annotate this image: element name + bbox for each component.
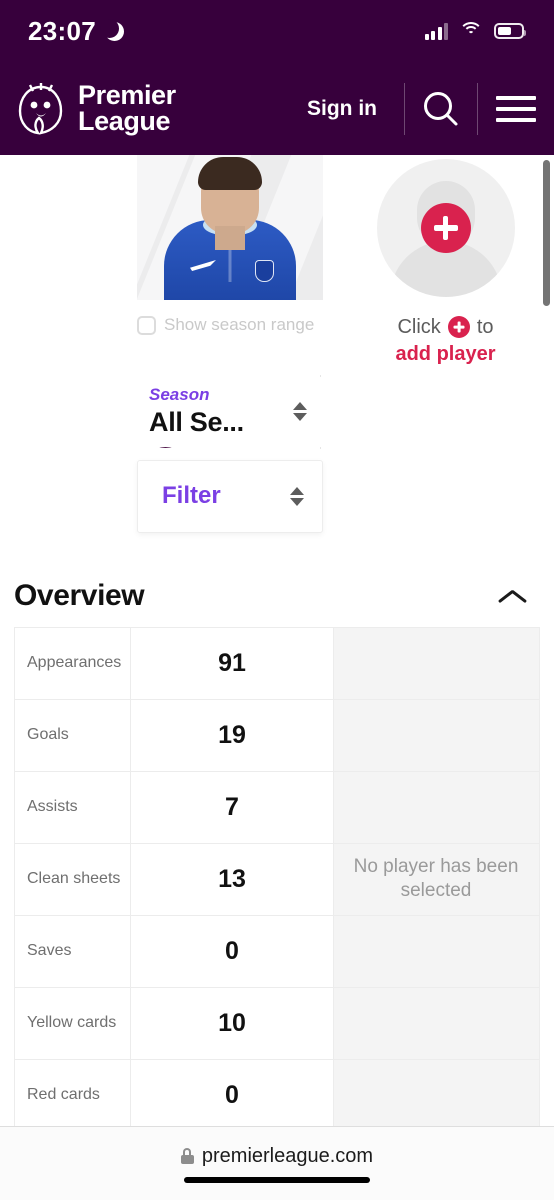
season-range-checkbox[interactable] — [137, 315, 156, 335]
menu-button[interactable] — [478, 95, 554, 122]
stat-label: Appearances — [14, 626, 131, 700]
prompt-prefix: Click — [397, 316, 441, 338]
season-select-text: Season All Se... — [149, 385, 293, 438]
add-player-prompt-line-1: Click to — [395, 315, 495, 339]
stat-value: 91 — [130, 626, 334, 700]
overview-stats: No player has been selected Appearances 9… — [14, 626, 540, 1126]
page-title: Overview — [14, 578, 145, 612]
filters-area: Season All Se... Filter — [0, 367, 554, 547]
header-actions: Sign in — [280, 62, 554, 155]
plus-icon — [447, 316, 470, 339]
stat-compare-cell — [333, 770, 540, 844]
stat-label: Assists — [14, 770, 131, 844]
up-down-arrows-icon — [290, 486, 304, 506]
search-icon — [424, 91, 458, 125]
selected-player-card: Show season range — [0, 155, 337, 448]
stat-value: 0 — [130, 914, 334, 988]
url-text: premierleague.com — [201, 1144, 374, 1167]
stat-value: 7 — [130, 770, 334, 844]
table-row: Clean sheets 13 — [14, 842, 540, 916]
lion-crest-icon — [18, 82, 63, 135]
table-row: Goals 19 — [14, 698, 540, 772]
hamburger-menu-icon — [496, 95, 536, 122]
crescent-moon-icon — [100, 18, 124, 41]
logo-line-1: Premier — [78, 79, 176, 110]
address-bar[interactable]: premierleague.com — [180, 1144, 374, 1168]
site-header: Premier League Sign in — [0, 62, 554, 155]
season-range-label: Show season range — [164, 315, 315, 334]
stat-value: 0 — [130, 1058, 334, 1126]
logo-line-2: League — [78, 105, 171, 136]
stat-compare-cell — [333, 1058, 540, 1126]
player-silhouette-icon — [376, 159, 515, 297]
season-select[interactable]: Season All Se... — [137, 376, 321, 447]
player-head — [198, 157, 262, 250]
prompt-action: add player — [395, 343, 496, 366]
status-bar-left: 23:07 — [28, 16, 124, 47]
stat-label: Yellow cards — [14, 986, 131, 1060]
status-bar-right — [424, 22, 526, 40]
stat-label: Goals — [14, 698, 131, 772]
stat-label: Saves — [14, 914, 131, 988]
stat-compare-cell — [333, 698, 540, 772]
kit-brand-logo — [190, 260, 216, 271]
cellular-signal-icon — [424, 22, 448, 40]
player-compare-row: Show season range Click to add player — [0, 155, 554, 448]
overview-header[interactable]: Overview — [0, 579, 554, 613]
season-select-label: Season — [149, 385, 210, 405]
logo-wordmark: Premier League — [78, 79, 176, 136]
filter-select-label: Filter — [162, 482, 221, 510]
stat-value: 13 — [130, 842, 334, 916]
table-row: Assists 7 — [14, 770, 540, 844]
search-button[interactable] — [405, 88, 477, 130]
stat-value: 10 — [130, 986, 334, 1060]
home-indicator[interactable] — [184, 1176, 370, 1183]
status-bar-clock: 23:07 — [28, 15, 96, 46]
add-player-card[interactable]: Click to add player — [337, 155, 554, 367]
status-bar: 23:07 — [0, 0, 554, 62]
wifi-icon — [459, 22, 483, 40]
stat-label: Clean sheets — [14, 842, 131, 916]
chevron-up-icon[interactable] — [498, 587, 528, 605]
lock-icon — [180, 1148, 194, 1164]
sign-in-button[interactable]: Sign in — [280, 97, 404, 121]
season-select-value: All Se... — [149, 407, 244, 438]
app-root: 23:07 Premier League Sign in Show season… — [0, 0, 554, 1200]
page-scrollbar[interactable] — [543, 160, 550, 306]
player-neck — [215, 226, 245, 250]
table-row: Yellow cards 10 — [14, 986, 540, 1060]
stats-table: Appearances 91 Goals 19 Assists 7 Clean sheets… — [14, 626, 540, 1126]
add-player-button[interactable] — [420, 203, 471, 253]
prompt-suffix: to — [476, 316, 494, 338]
stat-label: Red cards — [14, 1058, 131, 1126]
stat-compare-cell — [333, 914, 540, 988]
stat-compare-cell — [333, 626, 540, 700]
premier-league-logo[interactable]: Premier League — [14, 80, 176, 138]
table-row: Red cards 0 — [14, 1058, 540, 1126]
stat-value: 19 — [130, 698, 334, 772]
up-down-arrows-icon — [293, 402, 307, 422]
player-hair — [198, 157, 262, 190]
table-row: Saves 0 — [14, 914, 540, 988]
add-player-prompt: Click to add player — [395, 315, 495, 367]
stat-compare-cell — [333, 986, 540, 1060]
club-badge — [255, 260, 274, 282]
stat-compare-cell — [333, 842, 540, 916]
battery-icon — [494, 23, 526, 39]
table-row: Appearances 91 — [14, 626, 540, 700]
browser-bottom-bar: premierleague.com — [0, 1126, 554, 1200]
page-content: Show season range Click to add player Se… — [0, 155, 554, 1126]
show-season-range-toggle[interactable]: Show season range — [137, 315, 337, 335]
filter-select[interactable]: Filter — [137, 459, 323, 533]
player-photo — [137, 155, 323, 300]
